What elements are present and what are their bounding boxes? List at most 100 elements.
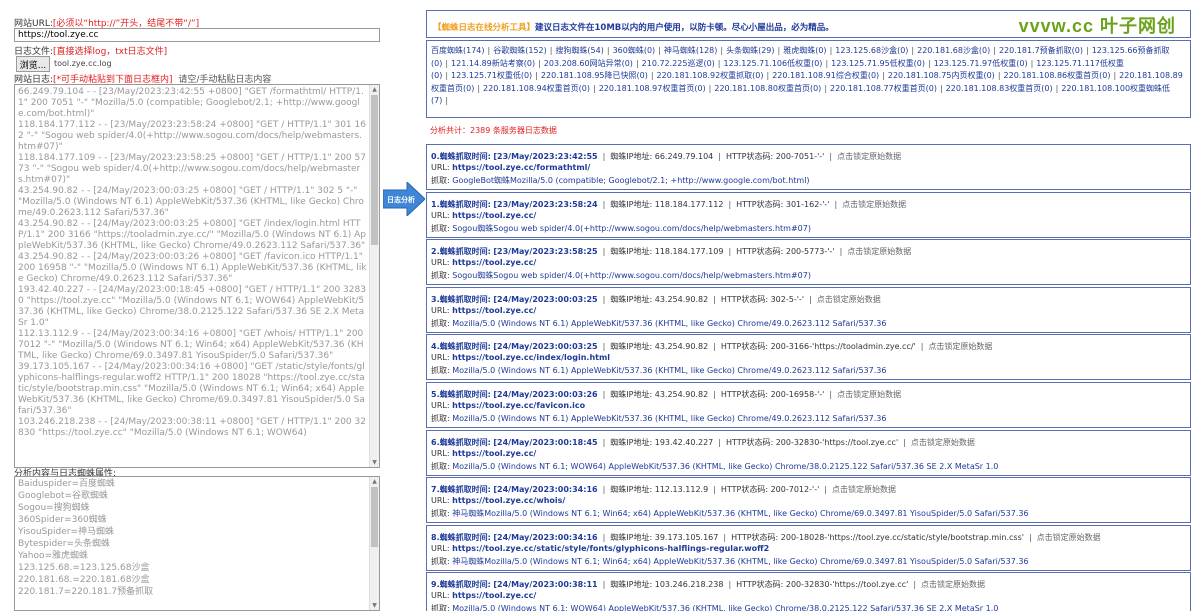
- entry-url[interactable]: https://tool.zye.cc/: [452, 306, 536, 315]
- spider-count-item: 雅虎蜘蛛(0): [783, 46, 827, 55]
- url-label: URL:: [431, 163, 450, 172]
- log-textarea[interactable]: 66.249.79.104 - - [23/May/2023:23:42:55 …: [14, 84, 380, 468]
- entry-line-meta: 3.蜘蛛抓取时间: [24/May/2023:00:03:25 | 蜘蛛IP地址: …: [431, 294, 881, 305]
- time-label: 蜘蛛抓取时间:: [439, 152, 491, 161]
- log-entry: 2.蜘蛛抓取时间: [23/May/2023:23:58:25 | 蜘蛛IP地址: …: [426, 239, 1191, 286]
- entry-line-meta: 6.蜘蛛抓取时间: [24/May/2023:00:18:45 | 蜘蛛IP地址: …: [431, 437, 975, 448]
- separator: |: [538, 58, 541, 68]
- lock-raw-data-link[interactable]: 点击锁定原始数据: [847, 247, 911, 256]
- lock-raw-data-link[interactable]: 点击锁定原始数据: [921, 580, 985, 589]
- total-row: 分析共计：2389 条服务器日志数据: [426, 122, 1191, 140]
- log-content: 66.249.79.104 - - [23/May/2023:23:42:55 …: [18, 87, 367, 438]
- separator: |: [766, 71, 770, 80]
- result-panel: 【蜘蛛日志在线分析工具】建议日志文件在10MB以内的用户使用，以防卡顿。尽心小屋…: [426, 10, 1191, 611]
- entry-line-url: URL: https://tool.zye.cc/: [431, 449, 536, 458]
- browse-button[interactable]: 浏览...: [16, 56, 50, 72]
- separator: |: [477, 83, 481, 93]
- log-scroll-thumb[interactable]: [371, 95, 378, 245]
- status-label: HTTP状态码:: [736, 247, 784, 257]
- separator: |: [911, 46, 915, 55]
- entry-line-url: URL: https://tool.zye.cc/favicon.ico: [431, 401, 585, 410]
- entry-url[interactable]: https://tool.zye.cc/: [452, 211, 536, 220]
- log-scrollbar[interactable]: ▲ ▼: [369, 85, 379, 467]
- separator: |: [549, 46, 553, 55]
- attr-scroll-thumb[interactable]: [371, 487, 378, 547]
- entry-url[interactable]: https://tool.zye.cc/: [452, 591, 536, 600]
- entry-url[interactable]: https://tool.zye.cc/static/style/fonts/g…: [452, 544, 769, 553]
- entry-ip: 118.184.177.109: [654, 247, 724, 257]
- separator: |: [728, 580, 732, 590]
- spider-summary: 百度蜘蛛(174) | 谷歌蜘蛛(152) | 搜狗蜘蛛(54) | 360蜘蛛(0) | 神马…: [426, 40, 1191, 118]
- lock-raw-data-link[interactable]: 点击锁定原始数据: [817, 295, 881, 304]
- separator: |: [602, 152, 606, 161]
- status-label: HTTP状态码:: [736, 199, 784, 209]
- spider-count-item: 百度蜘蛛(174): [431, 46, 485, 55]
- scroll-up-icon[interactable]: ▲: [370, 85, 379, 94]
- separator: |: [635, 58, 639, 68]
- separator: |: [997, 71, 1001, 80]
- entry-index: 2.: [431, 247, 440, 257]
- scroll-down-icon[interactable]: ▼: [370, 458, 379, 467]
- entry-line-agent: 抓取: Sogou蜘蛛Sogou web spider/4.0(+http://…: [431, 270, 811, 281]
- lock-raw-data-link[interactable]: 点击锁定原始数据: [837, 152, 901, 161]
- entry-index: 4.: [431, 342, 440, 352]
- scroll-down-icon[interactable]: ▼: [370, 601, 379, 610]
- spider-count-item: 谷歌蜘蛛(152): [493, 46, 547, 55]
- lock-raw-data-link[interactable]: 点击锁定原始数据: [832, 485, 896, 494]
- agent-label: 抓取:: [431, 366, 450, 376]
- status-label: HTTP状态码:: [720, 342, 769, 352]
- entry-agent: 神马蜘蛛Mozilla/5.0 (Windows NT 6.1; Win64; …: [452, 509, 1029, 519]
- time-label: 蜘蛛抓取时间:: [439, 580, 491, 590]
- ip-label: 蜘蛛IP地址:: [610, 342, 653, 352]
- time-label: 蜘蛛抓取时间:: [439, 437, 491, 447]
- ip-label: 蜘蛛IP地址:: [610, 247, 653, 257]
- entry-url[interactable]: https://tool.zye.cc/index/login.html: [452, 353, 610, 362]
- status-label: HTTP状态码:: [720, 485, 769, 495]
- entry-ip: 112.13.112.9: [654, 485, 709, 495]
- entry-line-meta: 9.蜘蛛抓取时间: [24/May/2023:00:38:11 | 蜘蛛IP地址: …: [431, 579, 985, 590]
- ip-label: 蜘蛛IP地址:: [610, 437, 653, 447]
- entry-ip: 118.184.177.112: [654, 199, 724, 209]
- attr-scrollbar[interactable]: ▲ ▼: [369, 477, 379, 610]
- separator: |: [728, 199, 732, 209]
- attr-textarea[interactable]: Baiduspider=百度蜘蛛 Googlebot=谷歌蜘蛛 Sogou=搜狗…: [14, 476, 380, 611]
- url-input[interactable]: [14, 28, 380, 42]
- result-header: 【蜘蛛日志在线分析工具】建议日志文件在10MB以内的用户使用，以防卡顿。尽心小屋…: [426, 10, 1191, 38]
- entry-line-url: URL: https://tool.zye.cc/static/style/fo…: [431, 544, 769, 553]
- spider-count-item: 123.125.71.106低权重(0): [723, 58, 823, 68]
- entry-index: 5.: [431, 390, 440, 399]
- lock-raw-data-link[interactable]: 点击锁定原始数据: [1037, 533, 1101, 542]
- spider-count-item: 220.181.108.80权重首页(0): [714, 83, 822, 93]
- separator: |: [593, 83, 596, 93]
- separator: |: [809, 294, 812, 304]
- lock-raw-data-link[interactable]: 点击锁定原始数据: [928, 342, 992, 351]
- entry-url[interactable]: https://tool.zye.cc/favicon.ico: [452, 401, 585, 410]
- entry-line-meta: 2.蜘蛛抓取时间: [23/May/2023:23:58:25 | 蜘蛛IP地址: …: [431, 246, 911, 257]
- entry-line-agent: 抓取: Mozilla/5.0 (Windows NT 6.1; WOW64) …: [431, 461, 998, 472]
- entry-ip: 43.254.90.82: [654, 342, 709, 352]
- entry-status: 200-18028-'https://tool.zye.cc/static/st…: [780, 532, 1024, 542]
- scroll-up-icon[interactable]: ▲: [370, 477, 379, 486]
- entry-url[interactable]: https://tool.zye.cc/: [452, 258, 536, 267]
- left-panel: 网站URL:[必须以“http://”开头，结尾不带“/”] 日志文件:[直接选…: [14, 14, 380, 611]
- entry-index: 6.: [431, 437, 440, 447]
- entry-time: [24/May/2023:00:34:16: [493, 485, 598, 495]
- separator: |: [713, 294, 716, 304]
- header-note: 建议日志文件在10MB以内的用户使用，以防卡顿。尽心小屋出品，必为精品。: [535, 23, 834, 33]
- entry-line-url: URL: https://tool.zye.cc/: [431, 211, 536, 220]
- analyze-button[interactable]: 日志分析: [383, 182, 425, 216]
- entry-agent: Sogou蜘蛛Sogou web spider/4.0(+http://www.…: [452, 223, 811, 233]
- entry-url[interactable]: https://tool.zye.cc/: [452, 449, 536, 458]
- entry-line-agent: 抓取: GoogleBot蜘蛛Mozilla/5.0 (compatible; …: [431, 175, 810, 186]
- lock-raw-data-link[interactable]: 点击锁定原始数据: [911, 438, 975, 447]
- entry-line-url: URL: https://tool.zye.cc/formathtml/: [431, 163, 590, 172]
- separator: |: [824, 83, 828, 93]
- entry-index: 9.: [431, 580, 440, 590]
- entry-url[interactable]: https://tool.zye.cc/whois/: [452, 496, 565, 505]
- entry-line-agent: 抓取: Mozilla/5.0 (Windows NT 6.1) AppleWe…: [431, 413, 886, 424]
- spider-count-item: 123.125.71.95低权重(0): [831, 58, 925, 68]
- spider-count-item: 220.181.7预备抓取(0): [998, 46, 1083, 55]
- lock-raw-data-link[interactable]: 点击锁定原始数据: [837, 390, 901, 399]
- entry-url[interactable]: https://tool.zye.cc/formathtml/: [452, 163, 590, 172]
- lock-raw-data-link[interactable]: 点击锁定原始数据: [842, 200, 906, 209]
